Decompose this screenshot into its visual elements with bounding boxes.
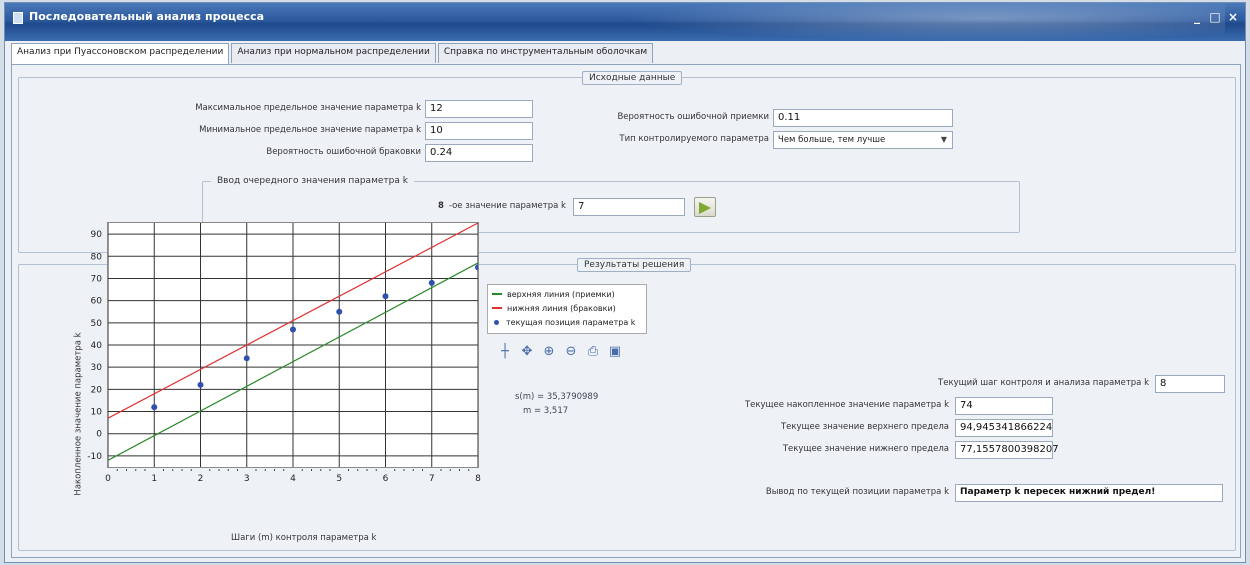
y-tick-label: 70 xyxy=(91,274,103,284)
legend-dot-points xyxy=(494,319,499,325)
x-tick-label: 8 xyxy=(475,474,481,484)
conclusion-output[interactable]: Параметр k пересек нижний предел! xyxy=(955,484,1223,502)
save-icon[interactable]: ▣ xyxy=(607,344,623,360)
conclusion-label: Вывод по текущей позиции параметра k xyxy=(765,487,949,497)
accum-label: Текущее накопленное значение параметра k xyxy=(744,400,949,410)
x-tick-label: 0 xyxy=(105,474,111,484)
y-tick-label: 50 xyxy=(91,319,103,329)
legend-item-lower: нижняя линия (браковки) xyxy=(492,301,642,315)
chart-legend: верхняя линия (приемки) нижняя линия (бр… xyxy=(487,284,647,334)
y-tick-label: 60 xyxy=(91,297,103,307)
step-label: Текущий шаг контроля и анализа параметра… xyxy=(938,378,1149,388)
crosshair-icon[interactable]: ┼ xyxy=(497,344,513,360)
max-value-label: Максимальное предельное значение парамет… xyxy=(195,103,421,113)
x-tick-label: 4 xyxy=(290,474,296,484)
apply-button[interactable] xyxy=(694,197,716,217)
x-tick-label: 5 xyxy=(336,474,342,484)
y-tick-label: 80 xyxy=(91,252,103,262)
green-arrow-icon xyxy=(699,202,711,214)
legend-label-upper: верхняя линия (приемки) xyxy=(507,289,615,299)
app-window: Последовательный анализ процесса _ □ × А… xyxy=(4,2,1246,563)
y-tick-label: 40 xyxy=(91,341,103,351)
upper-output[interactable]: 94,945341866224 xyxy=(955,419,1053,437)
reject-prob-label: Вероятность ошибочной браковки xyxy=(266,147,421,157)
legend-item-upper: верхняя линия (приемки) xyxy=(492,287,642,301)
y-tick-label: -10 xyxy=(87,452,102,462)
step-output[interactable]: 8 xyxy=(1155,375,1225,393)
y-tick-label: 90 xyxy=(91,230,103,240)
title-gloss xyxy=(625,3,1225,41)
chart-annotation-s: s(m) = 35,3790989 xyxy=(515,392,599,402)
window-title: Последовательный анализ процесса xyxy=(29,10,265,23)
entry-value-label: -ое значение параметра k xyxy=(449,201,566,211)
y-tick-label: 20 xyxy=(91,385,103,395)
x-axis-label: Шаги (m) контроля параметра k xyxy=(231,533,377,543)
maximize-icon[interactable]: □ xyxy=(1209,10,1221,24)
zoom-out-icon[interactable]: ⊖ xyxy=(563,344,579,360)
y-tick-label: 0 xyxy=(96,430,102,440)
y-tick-label: 30 xyxy=(91,363,103,373)
tab-strip: Анализ при Пуассоновском распределении А… xyxy=(11,43,655,65)
chart-toolbar: ┼ ✥ ⊕ ⊖ ⎙ ▣ xyxy=(497,344,623,360)
legend-item-points: текущая позиция параметра k xyxy=(492,315,642,329)
chart-annotation-m: m = 3,517 xyxy=(523,406,569,416)
window-controls: _ □ × xyxy=(1191,10,1239,24)
minimize-icon[interactable]: _ xyxy=(1191,10,1203,24)
min-value-input[interactable]: 10 xyxy=(425,122,533,140)
param-type-value: Чем больше, тем лучше xyxy=(778,135,886,145)
title-bar[interactable]: Последовательный анализ процесса _ □ × xyxy=(5,3,1245,41)
x-tick-label: 6 xyxy=(383,474,389,484)
chevron-down-icon: ▼ xyxy=(940,135,947,144)
tab-poisson[interactable]: Анализ при Пуассоновском распределении xyxy=(11,43,230,65)
pan-icon[interactable]: ✥ xyxy=(519,344,535,360)
x-tick-label: 3 xyxy=(244,474,250,484)
x-tick-label: 1 xyxy=(151,474,157,484)
step-number-label: 8 xyxy=(438,201,444,211)
lower-output[interactable]: 77,1557800398207 xyxy=(955,441,1059,459)
legend-swatch-upper xyxy=(492,293,502,295)
x-tick-label: 7 xyxy=(429,474,435,484)
reject-prob-input[interactable]: 0.24 xyxy=(425,144,533,162)
app-icon xyxy=(13,12,23,24)
accept-prob-label: Вероятность ошибочной приемки xyxy=(617,112,769,122)
lower-label: Текущее значение нижнего предела xyxy=(782,444,949,454)
entry-group-title: Ввод очередного значения параметра k xyxy=(211,175,414,187)
y-tick-label: 10 xyxy=(91,408,103,418)
tab-normal[interactable]: Анализ при нормальном распределении xyxy=(231,43,436,63)
param-type-label: Тип контролируемого параметра xyxy=(619,134,769,144)
zoom-in-icon[interactable]: ⊕ xyxy=(541,344,557,360)
tab-help[interactable]: Справка по инструментальным оболочкам xyxy=(437,43,654,63)
accum-output[interactable]: 74 xyxy=(955,397,1053,415)
y-axis-label: Накопленное значение параметра k xyxy=(73,332,84,496)
min-value-label: Минимальное предельное значение параметр… xyxy=(199,125,421,135)
upper-label: Текущее значение верхнего предела xyxy=(780,422,949,432)
param-type-select[interactable]: Чем больше, тем лучше ▼ xyxy=(773,131,953,149)
print-icon[interactable]: ⎙ xyxy=(585,344,601,360)
close-icon[interactable]: × xyxy=(1227,10,1239,24)
entry-value-input[interactable]: 7 xyxy=(573,198,685,216)
input-group-title: Исходные данные xyxy=(582,71,683,85)
legend-label-points: текущая позиция параметра k xyxy=(506,317,636,327)
legend-swatch-lower xyxy=(492,307,502,309)
accept-prob-input[interactable]: 0.11 xyxy=(773,109,953,127)
legend-label-lower: нижняя линия (браковки) xyxy=(507,303,616,313)
x-tick-label: 2 xyxy=(198,474,204,484)
results-group-title: Результаты решения xyxy=(577,258,692,272)
max-value-input[interactable]: 12 xyxy=(425,100,533,118)
